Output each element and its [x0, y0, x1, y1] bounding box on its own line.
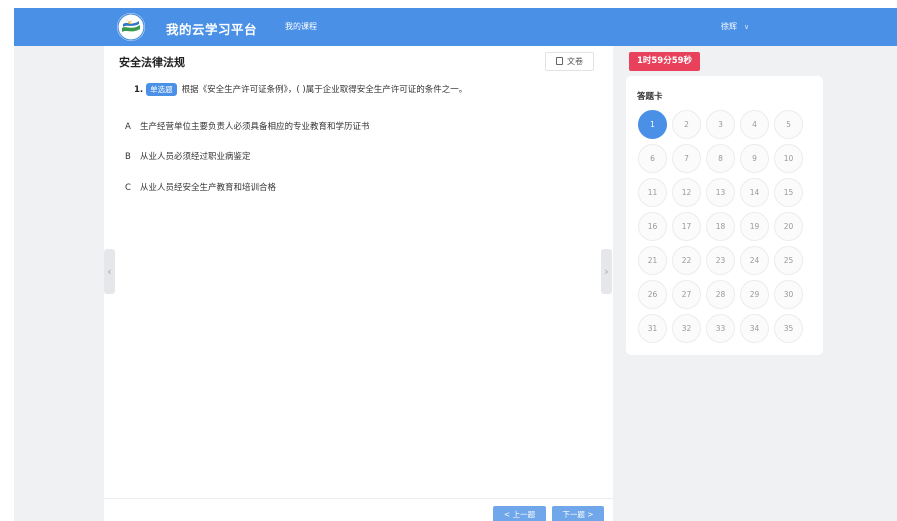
option-letter: A [125, 122, 131, 132]
question-number-cell[interactable]: 33 [706, 314, 735, 343]
option-text: 生产经营单位主要负责人必须具备相应的专业教育和学历证书 [140, 122, 370, 132]
option-a[interactable]: A 生产经营单位主要负责人必须具备相应的专业教育和学历证书 [125, 120, 370, 132]
question-number-cell[interactable]: 23 [706, 246, 735, 275]
question-text: 根据《安全生产许可证条例》，( )属于企业取得安全生产许可证的条件之一。 [181, 85, 468, 95]
question-number-cell[interactable]: 21 [638, 246, 667, 275]
platform-title: 我的云学习平台 [166, 22, 258, 37]
question-number-cell[interactable]: 31 [638, 314, 667, 343]
question-number-cell[interactable]: 32 [672, 314, 701, 343]
question-number-cell[interactable]: 19 [740, 212, 769, 241]
question-number-cell[interactable]: 9 [740, 144, 769, 173]
document-icon [556, 57, 563, 65]
question-number-cell[interactable]: 5 [774, 110, 803, 139]
option-c[interactable]: C 从业人员经安全生产教育和培训合格 [125, 181, 276, 193]
question-number-cell[interactable]: 17 [672, 212, 701, 241]
question-stem: 1. 单选题 根据《安全生产许可证条例》，( )属于企业取得安全生产许可证的条件之一… [134, 83, 467, 96]
option-letter: C [125, 183, 131, 193]
question-number: 1. [134, 85, 144, 95]
question-number-cell[interactable]: 2 [672, 110, 701, 139]
option-b[interactable]: B 从业人员必须经过职业病鉴定 [125, 150, 251, 162]
question-number-cell[interactable]: 8 [706, 144, 735, 173]
question-number-cell[interactable]: 20 [774, 212, 803, 241]
question-number-cell[interactable]: 29 [740, 280, 769, 309]
question-number-cell[interactable]: 35 [774, 314, 803, 343]
question-number-cell[interactable]: 16 [638, 212, 667, 241]
question-number-cell[interactable]: 22 [672, 246, 701, 275]
question-footer: < 上一题 下一题 > [104, 498, 613, 521]
countdown-timer: 1时59分59秒 [629, 52, 700, 71]
question-number-cell[interactable]: 13 [706, 178, 735, 207]
question-number-cell[interactable]: 27 [672, 280, 701, 309]
question-number-cell[interactable]: 26 [638, 280, 667, 309]
section-title: 安全法律法规 [119, 56, 185, 69]
prev-question-button[interactable]: < 上一题 [493, 506, 546, 521]
user-name: 徐辉 [721, 22, 737, 31]
question-number-cell[interactable]: 15 [774, 178, 803, 207]
option-text: 从业人员经安全生产教育和培训合格 [140, 183, 277, 193]
draft-button-label: 文卷 [567, 57, 583, 66]
top-navigation-bar: 我的云学习平台 我的课程 徐辉 ∨ [14, 8, 897, 46]
option-letter: B [125, 152, 131, 162]
question-number-cell[interactable]: 14 [740, 178, 769, 207]
chevron-right-icon[interactable]: › [601, 249, 612, 294]
question-type-badge: 单选题 [146, 83, 177, 96]
chevron-down-icon: ∨ [744, 23, 750, 31]
question-panel: 安全法律法规 文卷 1. 单选题 根据《安全生产许可证条例》，( )属于企业取得安全… [104, 46, 613, 521]
user-menu[interactable]: 徐辉 ∨ [721, 21, 749, 32]
page-canvas: 我的云学习平台 我的课程 徐辉 ∨ 安全法律法规 文卷 1. 单选题 根据《安全生产许… [14, 8, 897, 521]
question-number-cell[interactable]: 12 [672, 178, 701, 207]
option-text: 从业人员必须经过职业病鉴定 [140, 152, 251, 162]
question-number-cell[interactable]: 3 [706, 110, 735, 139]
draft-button[interactable]: 文卷 [545, 52, 594, 71]
question-number-cell[interactable]: 30 [774, 280, 803, 309]
nav-my-courses-link[interactable]: 我的课程 [285, 21, 317, 32]
question-number-cell[interactable]: 7 [672, 144, 701, 173]
answer-card-title: 答题卡 [637, 92, 663, 102]
question-number-cell[interactable]: 10 [774, 144, 803, 173]
question-number-cell[interactable]: 24 [740, 246, 769, 275]
question-number-cell[interactable]: 6 [638, 144, 667, 173]
question-number-cell[interactable]: 25 [774, 246, 803, 275]
answer-card: 答题卡 1 2 3 4 5 6 7 8 9 10 11 12 13 14 15 16 17 18 19 20 21 22 2… [626, 76, 823, 355]
question-number-cell[interactable]: 18 [706, 212, 735, 241]
question-number-cell[interactable]: 4 [740, 110, 769, 139]
question-number-cell[interactable]: 11 [638, 178, 667, 207]
question-number-cell[interactable]: 1 [638, 110, 667, 139]
next-question-button[interactable]: 下一题 > [552, 506, 604, 521]
logo-emblem-icon[interactable] [117, 13, 145, 41]
question-number-cell[interactable]: 34 [740, 314, 769, 343]
question-number-cell[interactable]: 28 [706, 280, 735, 309]
chevron-left-icon[interactable]: ‹ [104, 249, 115, 294]
